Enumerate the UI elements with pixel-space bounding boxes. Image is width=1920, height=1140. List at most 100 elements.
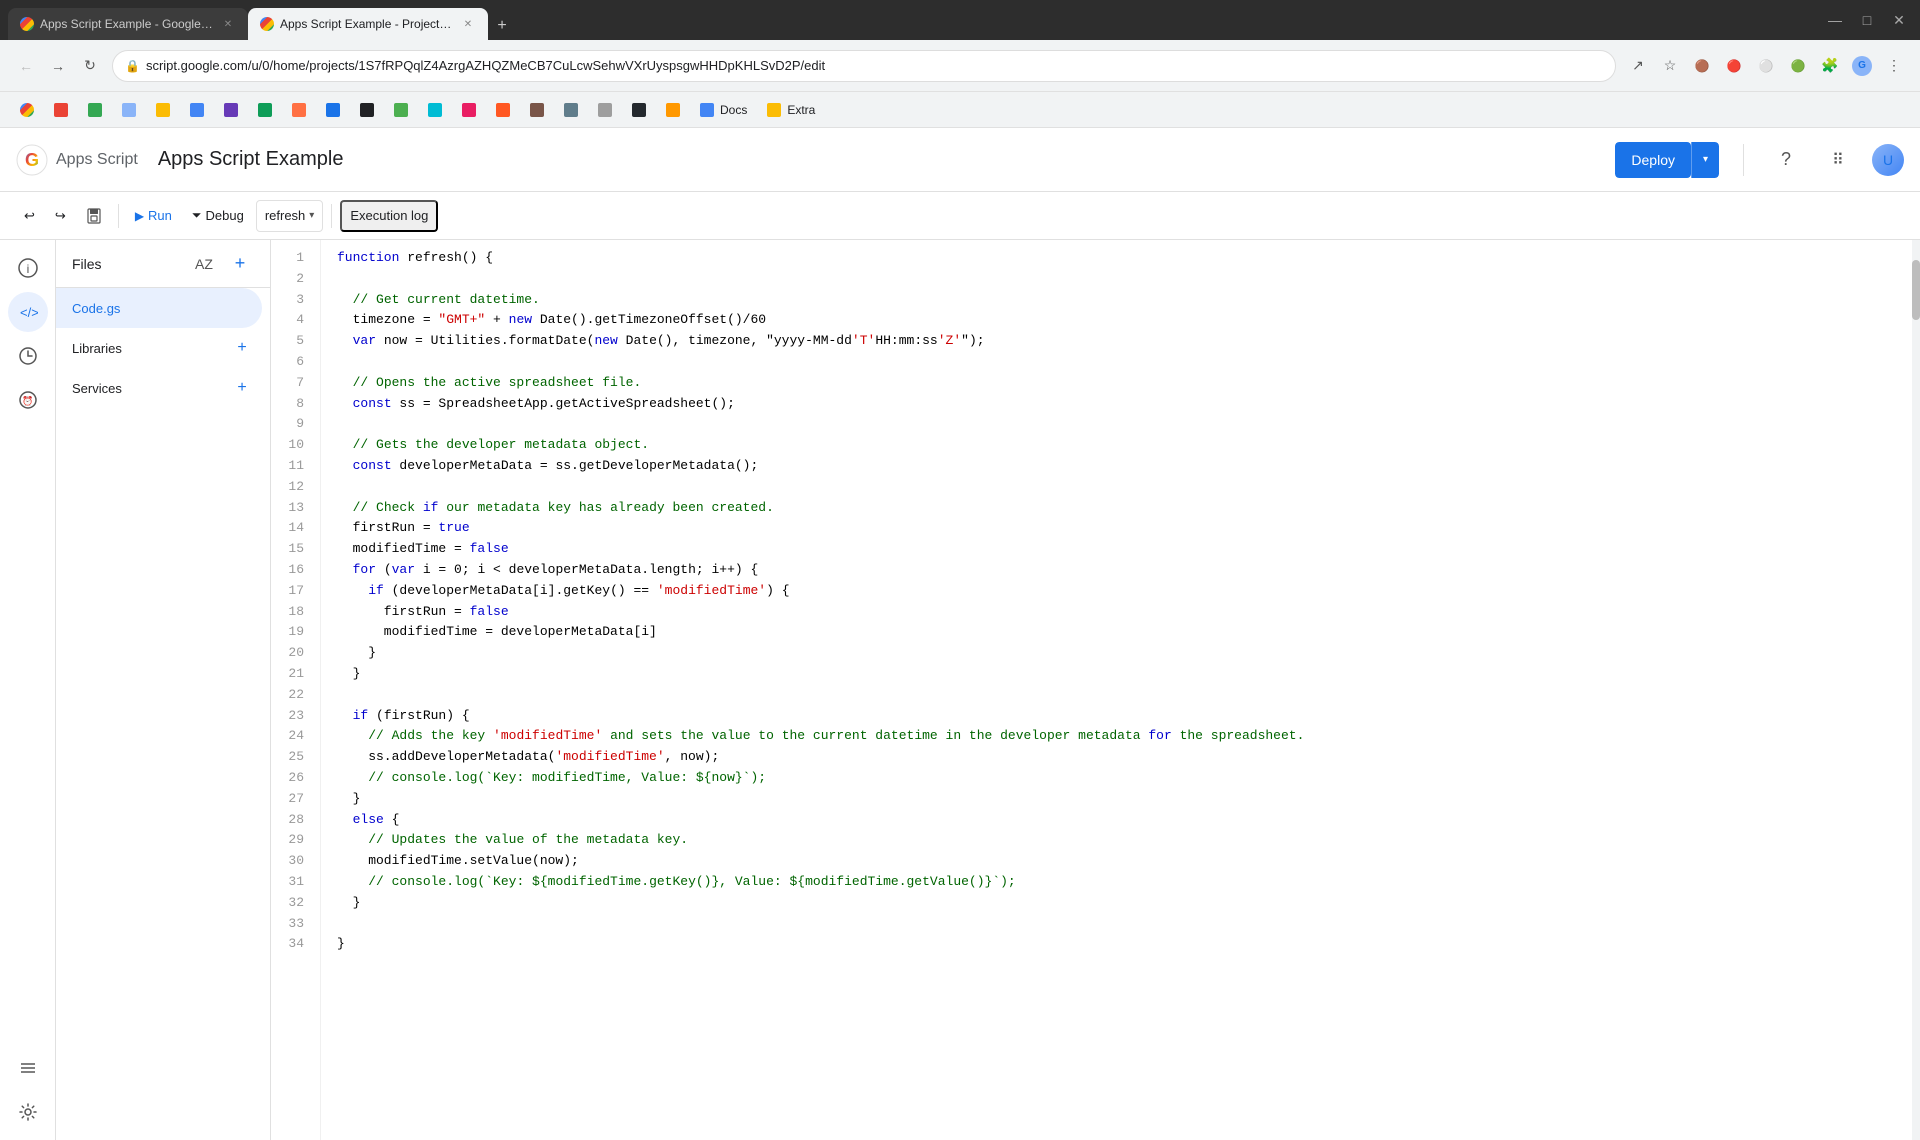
line-number: 7: [271, 373, 312, 394]
add-library-icon[interactable]: +: [230, 336, 254, 360]
scrollbar-thumb[interactable]: [1912, 260, 1920, 320]
sidebar-icons: i </> ⏰: [0, 240, 56, 1140]
line-number: 24: [271, 726, 312, 747]
line-number: 15: [271, 539, 312, 560]
apps-script-logo: G Apps Script: [16, 144, 138, 176]
function-selector[interactable]: refresh ▾: [256, 200, 324, 232]
undo-button[interactable]: ↩: [16, 200, 43, 232]
tab-1-title: Apps Script Example - Google S...: [40, 17, 214, 31]
line-number: 6: [271, 352, 312, 373]
file-item-code-gs[interactable]: Code.gs: [56, 288, 262, 328]
code-line: // Check if our metadata key has already…: [337, 498, 1896, 519]
bookmark-icon[interactable]: ☆: [1656, 52, 1684, 80]
bm-g17[interactable]: [556, 99, 586, 121]
bm-g2[interactable]: [46, 99, 76, 121]
code-line: // console.log(`Key: modifiedTime, Value…: [337, 768, 1896, 789]
grid-button[interactable]: ⠿: [1820, 142, 1856, 178]
code-line: if (developerMetaData[i].getKey() == 'mo…: [337, 581, 1896, 602]
bm-g20[interactable]: [658, 99, 688, 121]
close-window-button[interactable]: ✕: [1886, 7, 1912, 33]
bm-g7[interactable]: [216, 99, 246, 121]
address-bar[interactable]: 🔒 script.google.com/u/0/home/projects/1S…: [112, 50, 1616, 82]
run-button[interactable]: ▶ Run: [127, 200, 180, 232]
sort-button[interactable]: AZ: [190, 250, 218, 278]
tab-2-close[interactable]: ✕: [460, 16, 476, 32]
code-line: var now = Utilities.formatDate(new Date(…: [337, 331, 1896, 352]
code-line: }: [337, 664, 1896, 685]
ext-icon-2[interactable]: 🔴: [1720, 52, 1748, 80]
profile-icon[interactable]: G: [1848, 52, 1876, 80]
execution-log-button[interactable]: Execution log: [340, 200, 438, 232]
save-button[interactable]: [78, 200, 110, 232]
puzzle-icon[interactable]: 🧩: [1816, 52, 1844, 80]
bm-g16[interactable]: [522, 99, 552, 121]
help-button[interactable]: ?: [1768, 142, 1804, 178]
tab-1-close[interactable]: ✕: [220, 16, 236, 32]
line-number: 9: [271, 414, 312, 435]
sidebar-icon-trigger[interactable]: ⏰: [8, 380, 48, 420]
code-line: // Get current datetime.: [337, 290, 1896, 311]
app-name-label: Apps Script: [56, 151, 138, 169]
user-avatar[interactable]: U: [1872, 144, 1904, 176]
code-line: // Gets the developer metadata object.: [337, 435, 1896, 456]
code-line: [337, 414, 1896, 435]
line-number: 23: [271, 706, 312, 727]
bm-github[interactable]: [624, 99, 654, 121]
debug-button[interactable]: ⏷ Debug: [184, 200, 252, 232]
sidebar-icon-history[interactable]: [8, 336, 48, 376]
share-icon[interactable]: ↗: [1624, 52, 1652, 80]
sidebar-icon-code[interactable]: </>: [8, 292, 48, 332]
add-file-button[interactable]: +: [226, 250, 254, 278]
debug-icon: ⏷: [192, 208, 202, 223]
sidebar-icon-settings[interactable]: [8, 1092, 48, 1132]
redo-button[interactable]: ↪: [47, 200, 74, 232]
bm-g14[interactable]: [454, 99, 484, 121]
bm-g13[interactable]: [420, 99, 450, 121]
bm-g15[interactable]: [488, 99, 518, 121]
deploy-dropdown-button[interactable]: ▾: [1691, 142, 1719, 178]
ext-icon-3[interactable]: ⚪: [1752, 52, 1780, 80]
vertical-scrollbar[interactable]: [1912, 240, 1920, 1140]
code-content[interactable]: function refresh() { // Get current date…: [321, 240, 1912, 1140]
ext-icon-1[interactable]: 🟤: [1688, 52, 1716, 80]
bm-g12[interactable]: [386, 99, 416, 121]
line-number: 22: [271, 685, 312, 706]
back-button[interactable]: ←: [12, 52, 40, 80]
deploy-button[interactable]: Deploy: [1615, 142, 1691, 178]
line-number: 4: [271, 310, 312, 331]
bm-g6[interactable]: [182, 99, 212, 121]
bm-extra[interactable]: Extra: [759, 99, 823, 121]
code-line: for (var i = 0; i < developerMetaData.le…: [337, 560, 1896, 581]
maximize-button[interactable]: □: [1854, 7, 1880, 33]
new-tab-button[interactable]: +: [488, 12, 516, 40]
menu-icon[interactable]: ⋮: [1880, 52, 1908, 80]
section-services[interactable]: Services +: [56, 368, 270, 408]
add-service-icon[interactable]: +: [230, 376, 254, 400]
line-number: 12: [271, 477, 312, 498]
bm-google[interactable]: [12, 99, 42, 121]
bm-g10[interactable]: [318, 99, 348, 121]
sidebar-icon-info[interactable]: i: [8, 248, 48, 288]
bm-g18[interactable]: [590, 99, 620, 121]
bm-g8[interactable]: [250, 99, 280, 121]
tab-1[interactable]: Apps Script Example - Google S... ✕: [8, 8, 248, 40]
bm-g11[interactable]: [352, 99, 382, 121]
code-line: if (firstRun) {: [337, 706, 1896, 727]
section-libraries[interactable]: Libraries +: [56, 328, 270, 368]
code-line: ss.addDeveloperMetadata('modifiedTime', …: [337, 747, 1896, 768]
line-number: 10: [271, 435, 312, 456]
bm-g4[interactable]: [114, 99, 144, 121]
debug-label: Debug: [206, 208, 244, 223]
refresh-button[interactable]: ↻: [76, 52, 104, 80]
sidebar-icon-list[interactable]: [8, 1048, 48, 1088]
ext-icon-4[interactable]: 🟢: [1784, 52, 1812, 80]
browser-chrome: Apps Script Example - Google S... ✕ Apps…: [0, 0, 1920, 40]
bm-g5[interactable]: [148, 99, 178, 121]
forward-button[interactable]: →: [44, 52, 72, 80]
code-line: // console.log(`Key: ${modifiedTime.getK…: [337, 872, 1896, 893]
bm-docs[interactable]: Docs: [692, 99, 755, 121]
tab-2[interactable]: Apps Script Example - Project E... ✕: [248, 8, 488, 40]
bm-g3[interactable]: [80, 99, 110, 121]
bm-g9[interactable]: [284, 99, 314, 121]
minimize-button[interactable]: —: [1822, 7, 1848, 33]
